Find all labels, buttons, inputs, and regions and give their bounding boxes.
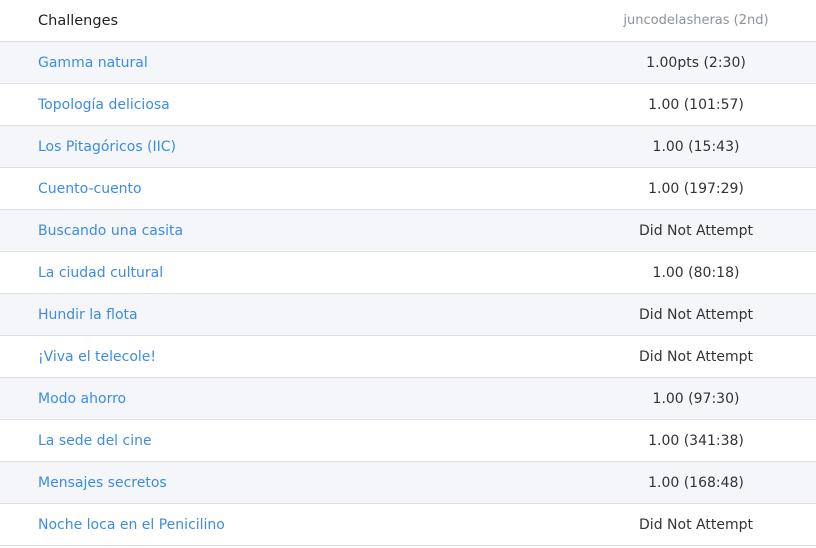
challenge-link[interactable]: Cuento-cuento (38, 181, 142, 197)
challenge-link[interactable]: La ciudad cultural (38, 265, 163, 281)
table-row: Gamma natural 1.00pts (2:30) (0, 42, 816, 84)
challenge-link[interactable]: Los Pitagóricos (IIC) (38, 139, 176, 155)
challenge-link[interactable]: Mensajes secretos (38, 475, 167, 491)
challenge-score-cell: 1.00 (97:30) (652, 390, 740, 407)
table-row: Cuento-cuento 1.00 (197:29) (0, 168, 816, 210)
table-header-row: Challenges juncodelasheras (2nd) (0, 0, 816, 42)
challenge-link[interactable]: Gamma natural (38, 55, 148, 71)
challenge-name-cell: Noche loca en el Penicilino (0, 517, 576, 533)
table-row: Los Pitagóricos (IIC) 1.00 (15:43) (0, 126, 816, 168)
challenge-score-cell: 1.00 (101:57) (648, 96, 744, 113)
challenge-name-cell: Modo ahorro (0, 391, 576, 407)
table-row: Buscando una casita Did Not Attempt (0, 210, 816, 252)
challenge-name-cell: Hundir la flota (0, 307, 576, 323)
challenge-score-cell: Did Not Attempt (639, 516, 753, 533)
challenge-link[interactable]: ¡Viva el telecole! (38, 349, 156, 365)
challenge-link[interactable]: Topología deliciosa (38, 97, 170, 113)
challenge-name-cell: Buscando una casita (0, 223, 576, 239)
table-row: La sede del cine 1.00 (341:38) (0, 420, 816, 462)
challenge-name-cell: La ciudad cultural (0, 265, 576, 281)
table-body: Gamma natural 1.00pts (2:30) Topología del… (0, 42, 816, 546)
challenge-score-cell: 1.00 (80:18) (652, 264, 740, 281)
table-row: Topología deliciosa 1.00 (101:57) (0, 84, 816, 126)
table-row: Mensajes secretos 1.00 (168:48) (0, 462, 816, 504)
challenge-name-cell: La sede del cine (0, 433, 576, 449)
table-row: Modo ahorro 1.00 (97:30) (0, 378, 816, 420)
challenge-name-cell: ¡Viva el telecole! (0, 349, 576, 365)
challenge-link[interactable]: Hundir la flota (38, 307, 138, 323)
challenge-link[interactable]: Buscando una casita (38, 223, 183, 239)
table-row: Noche loca en el Penicilino Did Not Attem… (0, 504, 816, 546)
challenge-score-cell: Did Not Attempt (639, 222, 753, 239)
challenge-name-cell: Mensajes secretos (0, 475, 576, 491)
challenge-link[interactable]: La sede del cine (38, 433, 152, 449)
challenge-score-cell: 1.00 (15:43) (652, 138, 740, 155)
challenge-score-cell: 1.00 (197:29) (648, 180, 744, 197)
column-header-challenges: Challenges (38, 12, 119, 29)
challenge-link[interactable]: Noche loca en el Penicilino (38, 517, 225, 533)
challenges-table: Challenges juncodelasheras (2nd) Gamma n… (0, 0, 816, 546)
challenge-score-cell: Did Not Attempt (639, 306, 753, 323)
challenge-name-cell: Topología deliciosa (0, 97, 576, 113)
challenge-score-cell: 1.00 (341:38) (648, 432, 744, 449)
challenge-link[interactable]: Modo ahorro (38, 391, 126, 407)
challenge-name-cell: Gamma natural (0, 55, 576, 71)
challenge-score-cell: 1.00 (168:48) (648, 474, 744, 491)
challenge-score-cell: 1.00pts (2:30) (646, 54, 746, 71)
challenge-name-cell: Los Pitagóricos (IIC) (0, 139, 576, 155)
table-row: ¡Viva el telecole! Did Not Attempt (0, 336, 816, 378)
challenge-score-cell: Did Not Attempt (639, 348, 753, 365)
column-header-user: juncodelasheras (2nd) (623, 13, 769, 28)
table-row: La ciudad cultural 1.00 (80:18) (0, 252, 816, 294)
challenge-name-cell: Cuento-cuento (0, 181, 576, 197)
table-row: Hundir la flota Did Not Attempt (0, 294, 816, 336)
